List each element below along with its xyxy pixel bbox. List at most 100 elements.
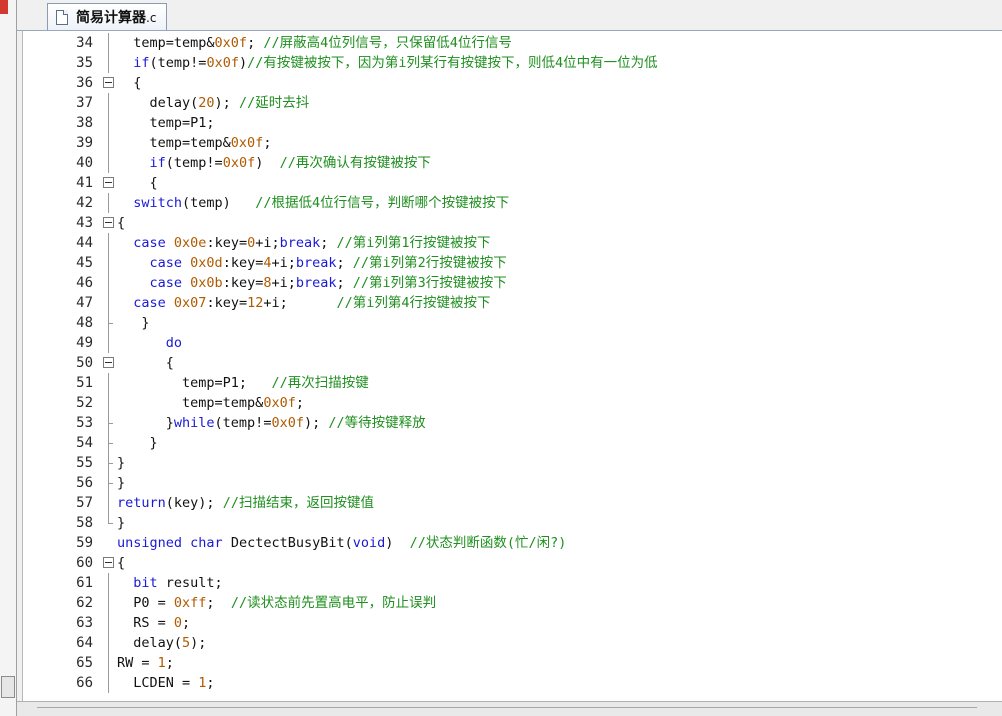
line-number: 45 [76, 255, 93, 271]
code-line[interactable]: 64 delay(5); [23, 633, 1002, 653]
code-token: P0 = [117, 595, 174, 611]
code-token: ); [214, 95, 239, 111]
code-token: { [117, 75, 142, 91]
code-token: +i; [271, 275, 296, 291]
code-keyword: bit [133, 575, 158, 591]
horizontal-scrollbar[interactable] [17, 701, 1002, 716]
code-token: temp=temp& [117, 35, 215, 51]
code-number: 0x0b [190, 275, 223, 291]
code-line[interactable]: 62 P0 = 0xff; //读状态前先置高电平，防止误判 [23, 593, 1002, 613]
code-keyword: break [279, 235, 321, 251]
code-comment: //屏蔽高4位列信号，只保留低4位行信号 [263, 35, 512, 51]
code-line[interactable]: 63 RS = 0; [23, 613, 1002, 633]
code-token: delay( [117, 635, 183, 651]
code-text: case 0x0b:key=8+i;break; //第i列第3行按键被按下 [117, 273, 507, 293]
code-keyword: break [295, 255, 337, 271]
code-line[interactable]: 37 delay(20); //延时去抖 [23, 93, 1002, 113]
line-number: 37 [76, 95, 93, 111]
panel-scroll-button[interactable] [1, 676, 15, 698]
code-number: 1 [157, 655, 166, 671]
code-keyword: case [149, 255, 183, 271]
code-line[interactable]: 41 { [23, 173, 1002, 193]
code-line[interactable]: 35 if(temp!=0x0f)//有按键被按下，因为第i列某行有按键按下，则… [23, 53, 1002, 73]
code-number: 12 [247, 295, 264, 311]
tab-simple-calculator[interactable]: 简易计算器.c [47, 3, 168, 30]
code-line[interactable]: 49 do [23, 333, 1002, 353]
code-token: result; [157, 575, 223, 591]
code-line[interactable]: 61 bit result; [23, 573, 1002, 593]
code-line[interactable]: 65 RW = 1; [23, 653, 1002, 673]
line-number: 59 [76, 535, 93, 551]
fold-toggle-icon[interactable] [102, 73, 114, 93]
code-line[interactable]: 38 temp=P1; [23, 113, 1002, 133]
code-line[interactable]: 42 switch(temp) //根据低4位行信号，判断哪个按键被按下 [23, 193, 1002, 213]
code-token: ; [247, 35, 264, 51]
code-text: { [117, 73, 141, 93]
line-number: 34 [76, 35, 93, 51]
code-number: 0x0f [230, 135, 264, 151]
fold-guide [102, 413, 114, 433]
code-line[interactable]: 36 { [23, 73, 1002, 93]
code-token: ; [182, 615, 191, 631]
code-line[interactable]: 51 temp=P1; //再次扫描按键 [23, 373, 1002, 393]
fold-guide [102, 433, 114, 453]
code-token: ; [320, 235, 337, 251]
code-text: P0 = 0xff; //读状态前先置高电平，防止误判 [117, 593, 436, 613]
code-text: temp=temp&0x0f; [117, 393, 304, 413]
code-line[interactable]: 56} [23, 473, 1002, 493]
code-text: { [117, 173, 158, 193]
line-number: 39 [76, 135, 93, 151]
line-number: 43 [76, 215, 93, 231]
code-text: LCDEN = 1; [117, 673, 214, 693]
code-editor[interactable]: 34 temp=temp&0x0f; //屏蔽高4位列信号，只保留低4位行信号 3… [22, 31, 1002, 701]
code-line[interactable]: 43 { [23, 213, 1002, 233]
code-line[interactable]: 53 }while(temp!=0x0f); //等待按键释放 [23, 413, 1002, 433]
code-text: temp=temp&0x0f; [117, 133, 272, 153]
code-line[interactable]: 48 } [23, 313, 1002, 333]
code-line[interactable]: 55} [23, 453, 1002, 473]
code-keyword: if [133, 55, 150, 71]
code-line[interactable]: 60 { [23, 553, 1002, 573]
fold-toggle-icon[interactable] [102, 353, 114, 373]
code-line[interactable]: 57 return(key); //扫描结束，返回按键值 [23, 493, 1002, 513]
code-token: +i; [263, 295, 337, 311]
code-token: { [117, 355, 174, 371]
code-token: ; [336, 255, 353, 271]
code-keyword: unsigned [117, 535, 183, 551]
fold-toggle-icon[interactable] [102, 173, 114, 193]
project-panel-edge [0, 0, 17, 716]
code-line[interactable]: 47 case 0x07:key=12+i; //第i列第4行按键被按下 [23, 293, 1002, 313]
code-number: 5 [182, 635, 191, 651]
code-comment: //再次确认有按键被按下 [279, 155, 431, 171]
code-line[interactable]: 58} [23, 513, 1002, 533]
code-line[interactable]: 34 temp=temp&0x0f; //屏蔽高4位列信号，只保留低4位行信号 [23, 33, 1002, 53]
line-number: 49 [76, 335, 93, 351]
fold-guide [102, 293, 114, 313]
code-line[interactable]: 45 case 0x0d:key=4+i;break; //第i列第2行按键被按… [23, 253, 1002, 273]
code-line[interactable]: 54 } [23, 433, 1002, 453]
code-keyword: char [190, 535, 223, 551]
code-line[interactable]: 46 case 0x0b:key=8+i;break; //第i列第3行按键被按… [23, 273, 1002, 293]
fold-guide [102, 673, 114, 693]
code-text: unsigned char DectectBusyBit(void) //状态判… [117, 533, 566, 553]
code-text: } [117, 473, 125, 493]
code-line[interactable]: 66 LCDEN = 1; [23, 673, 1002, 693]
fold-guide [102, 153, 114, 173]
code-line[interactable]: 52 temp=temp&0x0f; [23, 393, 1002, 413]
code-line[interactable]: 39 temp=temp&0x0f; [23, 133, 1002, 153]
fold-toggle-icon[interactable] [102, 553, 114, 573]
code-token: temp=P1; [117, 115, 215, 131]
line-number: 66 [76, 675, 93, 691]
code-line[interactable]: 44 case 0x0e:key=0+i;break; //第i列第1行按键被按… [23, 233, 1002, 253]
code-line[interactable]: 40 if(temp!=0x0f) //再次确认有按键被按下 [23, 153, 1002, 173]
fold-toggle-icon[interactable] [102, 213, 114, 233]
fold-guide [102, 333, 114, 353]
code-line[interactable]: 59 unsigned char DectectBusyBit(void) //状… [23, 533, 1002, 553]
code-number: 0x0f [206, 55, 239, 71]
code-line[interactable]: 50 { [23, 353, 1002, 373]
fold-guide [102, 573, 114, 593]
